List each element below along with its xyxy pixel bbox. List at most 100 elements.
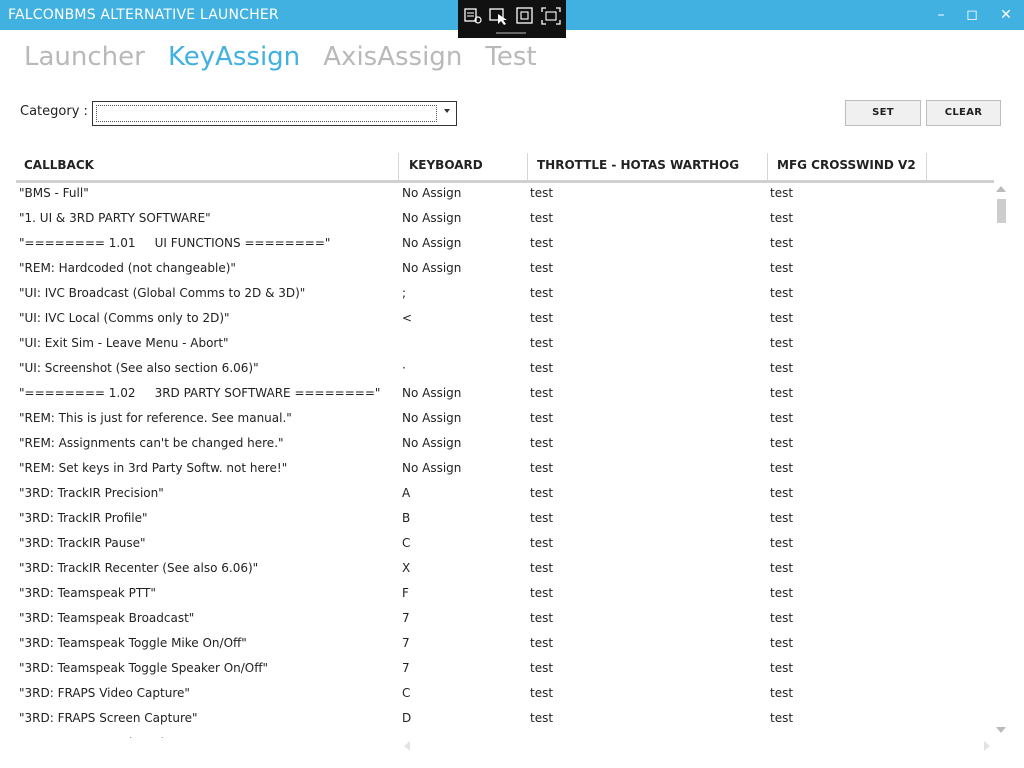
cell-throttle[interactable]: test	[530, 261, 553, 275]
cell-throttle[interactable]: test	[530, 686, 553, 700]
table-row[interactable]: "3RD: TrackIR Profile" Btest test	[16, 506, 996, 531]
table-row[interactable]: "REM: Hardcoded (not changeable)" No Assi…	[16, 256, 996, 281]
table-row[interactable]: "3RD: FRAPS Benchmark"	[16, 731, 996, 738]
cell-keyboard[interactable]: ;	[402, 286, 406, 300]
cell-keyboard[interactable]: No Assign	[402, 461, 461, 475]
cell-crosswind[interactable]: test	[770, 186, 793, 200]
close-button[interactable]: ✕	[992, 5, 1020, 25]
table-row[interactable]: "REM: This is just for reference. See ma…	[16, 406, 996, 431]
cell-crosswind[interactable]: test	[770, 336, 793, 350]
table-row[interactable]: "3RD: FRAPS Screen Capture" Dtest test	[16, 706, 996, 731]
cell-throttle[interactable]: test	[530, 561, 553, 575]
cell-keyboard[interactable]: C	[402, 686, 410, 700]
cell-keyboard[interactable]: 7	[402, 661, 410, 675]
cell-crosswind[interactable]: test	[770, 236, 793, 250]
cell-throttle[interactable]: test	[530, 286, 553, 300]
minimize-button[interactable]: –	[927, 5, 955, 25]
cell-throttle[interactable]: test	[530, 236, 553, 250]
cell-crosswind[interactable]: test	[770, 486, 793, 500]
select-region-icon[interactable]	[462, 6, 484, 26]
set-button[interactable]: SET	[845, 100, 921, 126]
cell-keyboard[interactable]: B	[402, 511, 410, 525]
cell-crosswind[interactable]: test	[770, 611, 793, 625]
tab-keyassign[interactable]: KeyAssign	[168, 42, 300, 72]
cell-crosswind[interactable]: test	[770, 411, 793, 425]
table-row[interactable]: "UI: IVC Local (Comms only to 2D)" < test t…	[16, 306, 996, 331]
pointer-icon[interactable]	[488, 6, 510, 26]
cell-throttle[interactable]: test	[530, 311, 553, 325]
table-row[interactable]: "1. UI & 3RD PARTY SOFTWARE" No Assign tes…	[16, 206, 996, 231]
table-row[interactable]: "3RD: Teamspeak Toggle Mike On/Off" 7 test…	[16, 631, 996, 656]
cell-keyboard[interactable]: No Assign	[402, 236, 461, 250]
chevron-down-icon[interactable]	[444, 109, 450, 113]
scroll-down-icon[interactable]	[996, 727, 1006, 733]
table-row[interactable]: "BMS - Full" No Assign test test	[16, 181, 996, 206]
cell-throttle[interactable]: test	[530, 361, 553, 375]
cell-crosswind[interactable]: test	[770, 361, 793, 375]
cell-throttle[interactable]: test	[530, 486, 553, 500]
cell-keyboard[interactable]: A	[402, 486, 410, 500]
maximize-button[interactable]: ◻	[958, 5, 986, 25]
table-row[interactable]: "UI: Screenshot (See also section 6.06)"…	[16, 356, 996, 381]
fullscreen-capture-icon[interactable]	[540, 6, 562, 26]
cell-keyboard[interactable]: No Assign	[402, 211, 461, 225]
tab-test[interactable]: Test	[485, 42, 536, 72]
cell-throttle[interactable]: test	[530, 386, 553, 400]
table-row[interactable]: "3RD: FRAPS Video Capture" Ctest test	[16, 681, 996, 706]
cell-crosswind[interactable]: test	[770, 261, 793, 275]
table-row[interactable]: "3RD: Teamspeak PTT" Ftest test	[16, 581, 996, 606]
table-row[interactable]: "3RD: TrackIR Pause" Ctest test	[16, 531, 996, 556]
cell-crosswind[interactable]: test	[770, 686, 793, 700]
cell-crosswind[interactable]: test	[770, 211, 793, 225]
cell-crosswind[interactable]: test	[770, 286, 793, 300]
cell-keyboard[interactable]: No Assign	[402, 186, 461, 200]
cell-keyboard[interactable]: 7	[402, 636, 410, 650]
cell-throttle[interactable]: test	[530, 611, 553, 625]
cell-keyboard[interactable]: F	[402, 586, 409, 600]
cell-keyboard[interactable]: No Assign	[402, 386, 461, 400]
scroll-right-icon[interactable]	[984, 741, 990, 751]
cell-keyboard[interactable]: No Assign	[402, 261, 461, 275]
table-row[interactable]: "3RD: TrackIR Precision" Atest test	[16, 481, 996, 506]
cell-keyboard[interactable]: D	[402, 711, 411, 725]
cell-throttle[interactable]: test	[530, 661, 553, 675]
cell-keyboard[interactable]: ·	[402, 361, 406, 375]
column-header-crosswind[interactable]: MFG CROSSWIND V2	[769, 153, 927, 180]
column-header-keyboard[interactable]: KEYBOARD	[401, 153, 528, 180]
table-row[interactable]: "REM: Assignments can't be changed here.…	[16, 431, 996, 456]
cell-throttle[interactable]: test	[530, 211, 553, 225]
scroll-left-icon[interactable]	[404, 741, 410, 751]
cell-crosswind[interactable]: test	[770, 586, 793, 600]
table-row[interactable]: "UI: IVC Broadcast (Global Comms to 2D &…	[16, 281, 996, 306]
cell-keyboard[interactable]: 7	[402, 611, 410, 625]
cell-keyboard[interactable]: No Assign	[402, 411, 461, 425]
table-row[interactable]: "======== 1.01 UI FUNCTIONS ========" No …	[16, 231, 996, 256]
horizontal-scrollbar[interactable]	[400, 740, 992, 752]
cell-throttle[interactable]: test	[530, 411, 553, 425]
cell-throttle[interactable]: test	[530, 461, 553, 475]
cell-throttle[interactable]: test	[530, 186, 553, 200]
table-row[interactable]: "UI: Exit Sim - Leave Menu - Abort" test t…	[16, 331, 996, 356]
table-row[interactable]: "3RD: Teamspeak Toggle Speaker On/Off" 7 t…	[16, 656, 996, 681]
tab-launcher[interactable]: Launcher	[24, 42, 145, 72]
column-header-callback[interactable]: CALLBACK	[16, 153, 399, 180]
toolbar-drag-handle[interactable]	[496, 32, 526, 34]
cell-crosswind[interactable]: test	[770, 536, 793, 550]
cell-crosswind[interactable]: test	[770, 561, 793, 575]
cell-keyboard[interactable]: X	[402, 561, 410, 575]
tab-axisassign[interactable]: AxisAssign	[323, 42, 462, 72]
cell-throttle[interactable]: test	[530, 511, 553, 525]
cell-throttle[interactable]: test	[530, 711, 553, 725]
column-header-throttle[interactable]: THROTTLE - HOTAS WARTHOG	[529, 153, 768, 180]
cell-keyboard[interactable]: <	[402, 311, 412, 325]
cell-crosswind[interactable]: test	[770, 711, 793, 725]
window-capture-icon[interactable]	[514, 6, 536, 26]
scroll-thumb[interactable]	[997, 199, 1006, 223]
table-row[interactable]: "REM: Set keys in 3rd Party Softw. not h…	[16, 456, 996, 481]
cell-throttle[interactable]: test	[530, 336, 553, 350]
cell-crosswind[interactable]: test	[770, 311, 793, 325]
table-row[interactable]: "3RD: Teamspeak Broadcast" 7 test test	[16, 606, 996, 631]
cell-crosswind[interactable]: test	[770, 386, 793, 400]
vertical-scrollbar[interactable]	[994, 184, 1008, 740]
cell-crosswind[interactable]: test	[770, 511, 793, 525]
